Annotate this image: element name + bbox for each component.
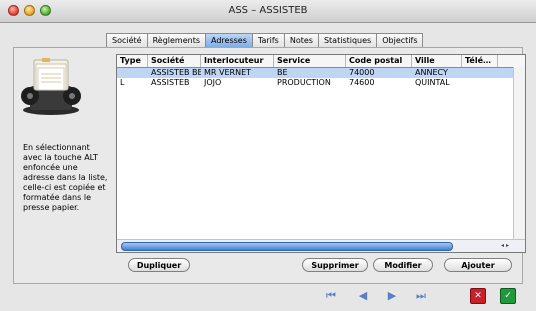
cell-interlocuteur: JOJO: [204, 78, 222, 87]
cell-societe: ASSISTEB: [151, 78, 190, 87]
tab-statistiques[interactable]: Statistiques: [317, 33, 378, 47]
title-bar: ASS – ASSISTEB: [0, 0, 536, 23]
vertical-scrollbar[interactable]: [513, 67, 525, 239]
column-header-societe[interactable]: Société: [148, 55, 201, 67]
cell-telephone: [462, 78, 498, 88]
scroll-arrows-icon[interactable]: ◂ ▸: [495, 241, 515, 250]
alt-copy-hint: En sélectionnant avec la touche ALT enfo…: [23, 143, 108, 212]
tab-objectifs[interactable]: Objectifs: [376, 33, 424, 47]
table-row[interactable]: ASSISTEB BE MR VERNET BE 74000 ANNECY: [117, 68, 515, 78]
tab-societe[interactable]: Société: [106, 33, 148, 47]
cancel-icon[interactable]: ✕: [470, 288, 486, 304]
delete-button[interactable]: Supprimer: [302, 258, 368, 272]
scroll-thumb[interactable]: [121, 242, 453, 251]
column-header-telephone[interactable]: Télé…: [462, 55, 498, 67]
column-header-code-postal[interactable]: Code postal: [346, 55, 412, 67]
cell-type: [117, 68, 148, 78]
table-header: Type Société Interlocuteur Service Code …: [117, 55, 525, 68]
cell-service: BE: [277, 68, 288, 77]
column-header-type[interactable]: Type: [117, 55, 148, 67]
horizontal-scrollbar[interactable]: ◂ ▸: [117, 239, 525, 252]
rolodex-icon: [21, 58, 81, 115]
column-header-interlocuteur[interactable]: Interlocuteur: [201, 55, 274, 67]
duplicate-button[interactable]: Dupliquer: [128, 258, 190, 272]
window-title: ASS – ASSISTEB: [228, 5, 308, 16]
cell-code-postal: 74000: [349, 68, 375, 77]
cell-societe: ASSISTEB BE: [151, 68, 201, 77]
column-header-service[interactable]: Service: [274, 55, 346, 67]
modify-button[interactable]: Modifier: [373, 258, 433, 272]
previous-record-icon[interactable]: ◀: [355, 289, 371, 303]
first-record-icon[interactable]: ⏮: [323, 289, 339, 303]
next-record-icon[interactable]: ▶: [384, 289, 400, 303]
cell-interlocuteur: MR VERNET: [204, 68, 252, 77]
add-button[interactable]: Ajouter: [444, 258, 512, 272]
cell-type: L: [120, 78, 125, 87]
table-row[interactable]: L ASSISTEB JOJO PRODUCTION 74600 QUINTAL: [117, 78, 515, 88]
tab-tarifs[interactable]: Tarifs: [251, 33, 285, 47]
cell-code-postal: 74600: [349, 78, 375, 87]
cell-ville: ANNECY: [415, 68, 448, 77]
address-table: Type Société Interlocuteur Service Code …: [116, 54, 526, 253]
save-icon[interactable]: ✓: [500, 288, 516, 304]
cell-ville: QUINTAL: [415, 78, 450, 87]
tab-reglements[interactable]: Règlements: [146, 33, 207, 47]
cell-telephone: [462, 68, 498, 78]
cell-service: PRODUCTION: [277, 78, 331, 87]
last-record-icon[interactable]: ⏭: [413, 289, 429, 303]
tab-adresses[interactable]: Adresses: [205, 33, 253, 47]
tab-bar: Société Règlements Adresses Tarifs Notes…: [106, 33, 424, 47]
column-header-ville[interactable]: Ville: [412, 55, 462, 67]
tab-notes[interactable]: Notes: [283, 33, 319, 47]
